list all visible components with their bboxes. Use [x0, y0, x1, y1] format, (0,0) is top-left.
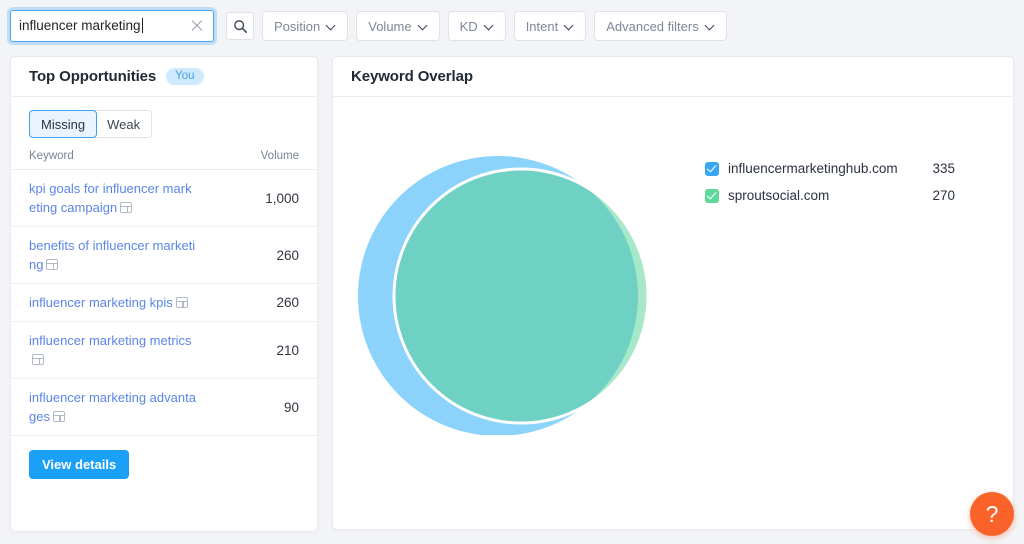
toggle-row: Missing Weak: [11, 97, 317, 138]
filter-intent[interactable]: Intent: [514, 11, 587, 41]
table-row: kpi goals for influencer marketing campa…: [11, 170, 317, 227]
keyword-overlap-title: Keyword Overlap: [351, 68, 473, 85]
filter-position-label: Position: [274, 19, 320, 34]
legend-value: 335: [913, 161, 955, 176]
venn-diagram: [351, 105, 691, 435]
serp-features-icon[interactable]: [32, 354, 44, 365]
table-row: influencer marketing kpis 260: [11, 284, 317, 322]
view-details-wrap: View details: [11, 436, 317, 493]
keyword-link[interactable]: influencer marketing advantages: [11, 379, 216, 436]
status-badge: You: [166, 68, 203, 85]
legend-label: sproutsocial.com: [728, 188, 913, 203]
legend-label: influencermarketinghub.com: [728, 161, 913, 176]
view-details-button[interactable]: View details: [29, 450, 129, 479]
filter-kd-label: KD: [460, 19, 478, 34]
column-header-volume[interactable]: Volume: [216, 150, 317, 170]
legend-item-set2[interactable]: sproutsocial.com 270: [705, 182, 955, 209]
table-body: kpi goals for influencer marketing campa…: [11, 170, 317, 436]
text-caret: [142, 18, 143, 33]
filter-position[interactable]: Position: [262, 11, 348, 41]
venn-legend: influencermarketinghub.com 335 sproutsoc…: [705, 155, 955, 209]
filter-volume[interactable]: Volume: [356, 11, 439, 41]
help-button[interactable]: ?: [970, 492, 1014, 536]
checkbox-checked-icon[interactable]: [705, 189, 719, 203]
keyword-volume: 210: [216, 322, 317, 379]
chevron-down-icon: [419, 22, 428, 31]
keyword-volume: 260: [216, 227, 317, 284]
chevron-down-icon: [565, 22, 574, 31]
table-row: benefits of influencer marketing 260: [11, 227, 317, 284]
search-button[interactable]: [226, 12, 254, 40]
search-input-value[interactable]: influencer marketing: [19, 11, 185, 41]
keyword-overlap-panel: Keyword Overlap influencermarketinghub.c…: [332, 56, 1014, 530]
table-row: influencer marketing advantages 90: [11, 379, 317, 436]
page-title: Top Opportunities: [29, 68, 156, 85]
missing-weak-toggle: Missing Weak: [29, 110, 152, 138]
keyword-volume: 90: [216, 379, 317, 436]
keyword-link[interactable]: benefits of influencer marketing: [11, 227, 216, 284]
tab-weak[interactable]: Weak: [96, 111, 151, 137]
table-row: influencer marketing metrics 210: [11, 322, 317, 379]
keyword-link[interactable]: influencer marketing kpis: [11, 284, 216, 322]
chevron-down-icon: [485, 22, 494, 31]
filter-toolbar: influencer marketing Position Volume KD …: [0, 0, 1024, 52]
filter-advanced-label: Advanced filters: [606, 19, 699, 34]
top-opportunities-panel: Top Opportunities You Missing Weak Keywo…: [10, 56, 318, 532]
venn-chart-area: influencermarketinghub.com 335 sproutsoc…: [333, 97, 1013, 529]
chevron-down-icon: [327, 22, 336, 31]
filter-kd[interactable]: KD: [448, 11, 506, 41]
panel-header: Keyword Overlap: [333, 57, 1013, 97]
legend-item-set1[interactable]: influencermarketinghub.com 335: [705, 155, 955, 182]
column-header-keyword[interactable]: Keyword: [11, 150, 216, 170]
serp-features-icon[interactable]: [120, 202, 132, 213]
keyword-volume: 1,000: [216, 170, 317, 227]
close-icon[interactable]: [189, 18, 205, 34]
tab-missing[interactable]: Missing: [29, 110, 97, 138]
search-input[interactable]: influencer marketing: [10, 10, 214, 42]
keyword-link[interactable]: kpi goals for influencer marketing campa…: [11, 170, 216, 227]
filter-intent-label: Intent: [526, 19, 559, 34]
keyword-volume: 260: [216, 284, 317, 322]
chevron-down-icon: [706, 22, 715, 31]
keyword-link[interactable]: influencer marketing metrics: [11, 322, 216, 379]
search-icon: [233, 19, 248, 34]
panel-header: Top Opportunities You: [11, 57, 317, 97]
filter-volume-label: Volume: [368, 19, 411, 34]
checkbox-checked-icon[interactable]: [705, 162, 719, 176]
question-mark-icon: ?: [986, 501, 999, 528]
table-header-row: Keyword Volume: [11, 150, 317, 170]
legend-value: 270: [913, 188, 955, 203]
filter-advanced[interactable]: Advanced filters: [594, 11, 727, 41]
serp-features-icon[interactable]: [46, 259, 58, 270]
keywords-table: Keyword Volume kpi goals for influencer …: [11, 150, 317, 436]
serp-features-icon[interactable]: [176, 297, 188, 308]
serp-features-icon[interactable]: [53, 411, 65, 422]
